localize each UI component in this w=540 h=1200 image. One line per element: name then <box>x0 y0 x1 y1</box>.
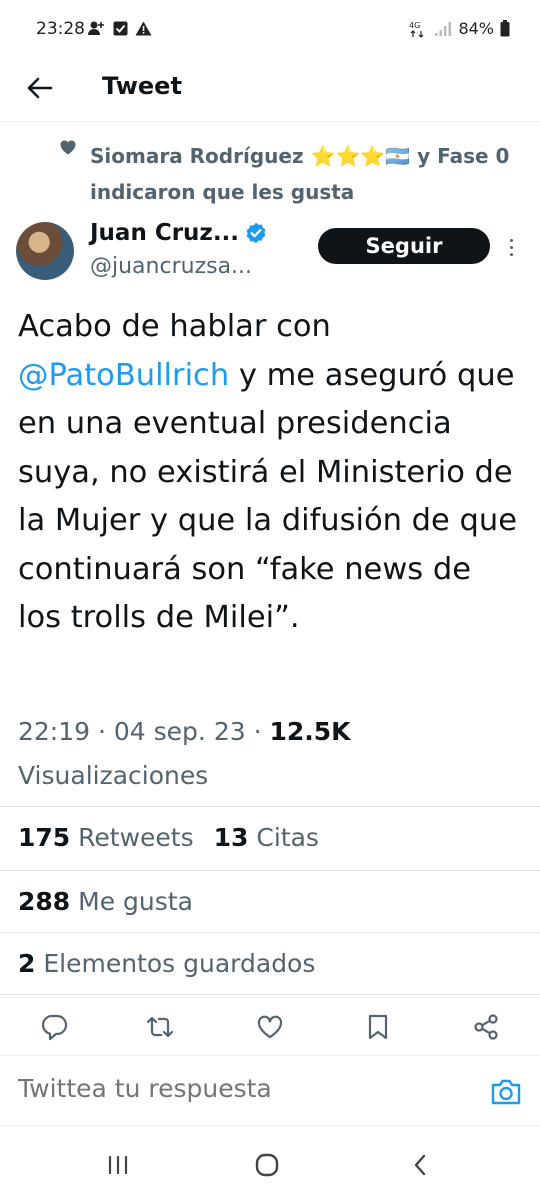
verified-badge-icon <box>246 222 266 244</box>
likes-label: Me gusta <box>78 887 193 916</box>
retweets-label: Retweets <box>78 823 194 852</box>
tweet-text-end: y me aseguró que en una eventual preside… <box>18 357 517 636</box>
retweets-quotes-row: 175 Retweets 13 Citas <box>0 806 540 868</box>
reply-input[interactable] <box>18 1074 458 1103</box>
heart-filled-icon <box>60 140 76 155</box>
author-handle[interactable]: @juancruzsa... <box>90 252 252 282</box>
add-user-notification-icon <box>88 21 104 35</box>
back-nav-button[interactable] <box>405 1150 435 1180</box>
tweet-text-start: Acabo de hablar con <box>18 309 331 344</box>
chevron-left-icon <box>414 1154 426 1176</box>
recent-apps-icon <box>108 1155 128 1175</box>
top-app-bar: Tweet <box>0 62 540 122</box>
back-button[interactable] <box>22 70 58 106</box>
likes-row[interactable]: 288 Me gusta <box>0 870 540 932</box>
tweet-time[interactable]: 22:19 <box>18 717 90 746</box>
social-context-text: Siomara Rodríguez ⭐⭐⭐🇦🇷 y Fase 0 indicar… <box>90 144 510 204</box>
battery-percent: 84% <box>458 19 494 38</box>
likes-count: 288 <box>18 887 71 916</box>
quotes-label: Citas <box>256 823 319 852</box>
avatar[interactable] <box>16 222 74 280</box>
signal-icon <box>435 21 452 36</box>
views-label: Visualizaciones <box>18 761 209 790</box>
bookmarks-label: Elementos guardados <box>43 949 316 978</box>
follow-button[interactable]: Seguir <box>318 228 490 264</box>
home-button[interactable] <box>252 1150 282 1180</box>
system-nav-bar <box>0 1130 540 1200</box>
bookmarks-count: 2 <box>18 949 36 978</box>
tweet-text: Acabo de hablar con @PatoBullrich y me a… <box>18 303 518 643</box>
tweet-actions <box>0 994 540 1056</box>
network-4g-icon: 4G <box>409 21 424 38</box>
home-icon <box>255 1153 279 1177</box>
recent-apps-button[interactable] <box>103 1150 133 1180</box>
views-count: 12.5K <box>269 717 351 746</box>
more-options-icon[interactable] <box>504 232 518 262</box>
battery-icon <box>500 20 510 37</box>
retweets-count: 175 <box>18 823 71 852</box>
bookmarks-row[interactable]: 2 Elementos guardados <box>0 932 540 994</box>
page-title: Tweet <box>102 72 182 100</box>
status-bar: 23:28 4G 84% <box>0 0 540 62</box>
checkbox-notification-icon <box>113 21 128 35</box>
reply-icon[interactable] <box>40 1013 68 1041</box>
mention-link[interactable]: @PatoBullrich <box>18 358 229 393</box>
share-icon[interactable] <box>472 1013 500 1041</box>
author-name: Juan Cruz... <box>90 220 240 246</box>
quotes-count: 13 <box>213 823 249 852</box>
bookmark-icon[interactable] <box>364 1013 392 1041</box>
like-icon[interactable] <box>256 1013 284 1041</box>
warning-icon <box>135 21 152 35</box>
retweets-stat[interactable]: 175 Retweets <box>18 823 194 852</box>
tweet-date[interactable]: 04 sep. 23 <box>114 717 246 746</box>
author-name-row[interactable]: Juan Cruz... <box>90 218 267 248</box>
arrow-left-icon <box>27 77 53 99</box>
reply-composer <box>0 1056 540 1126</box>
camera-icon[interactable] <box>490 1078 522 1106</box>
svg-text:4G: 4G <box>409 21 420 30</box>
tweet-author: Juan Cruz... @juancruzsa... Seguir <box>0 218 540 288</box>
quotes-stat[interactable]: 13 Citas <box>214 823 319 852</box>
status-time: 23:28 <box>36 19 85 39</box>
retweet-icon[interactable] <box>146 1013 174 1041</box>
tweet-meta: 22:19 · 04 sep. 23 · 12.5K Visualizacion… <box>18 717 351 790</box>
